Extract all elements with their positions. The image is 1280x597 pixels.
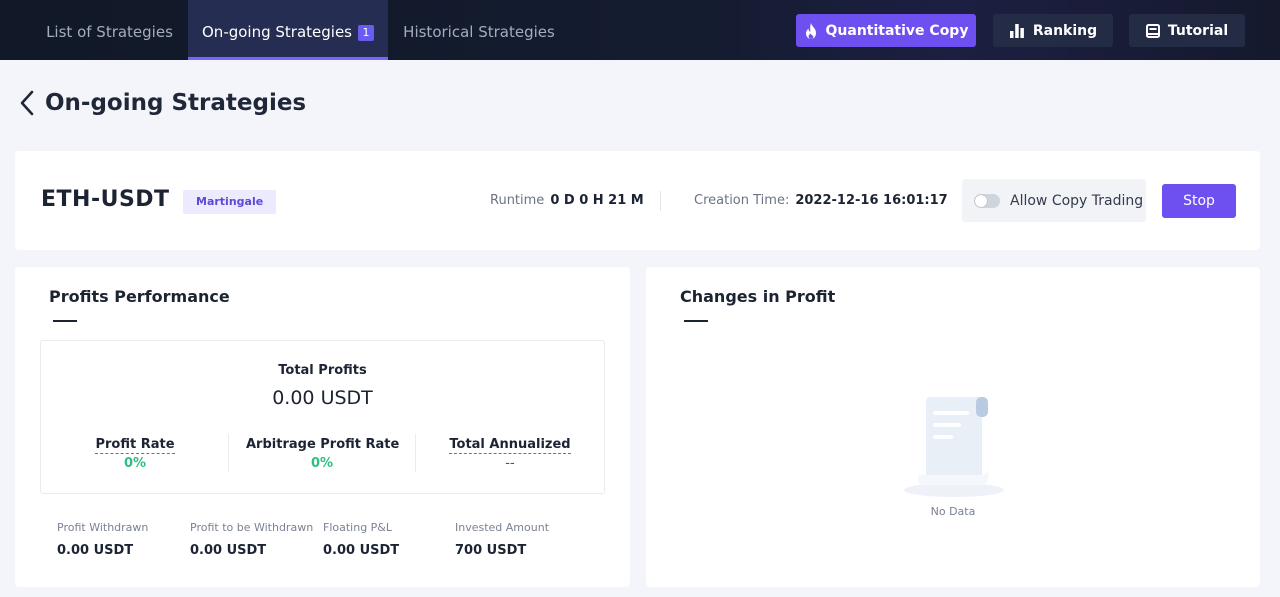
stat-value: 0.00 USDT bbox=[190, 543, 267, 558]
no-data-text: No Data bbox=[930, 505, 976, 518]
stat-label: Profit to be Withdrawn bbox=[190, 521, 314, 534]
profit-rate-label[interactable]: Profit Rate bbox=[95, 437, 175, 454]
empty-state: No Data bbox=[896, 395, 1010, 525]
tutorial-button[interactable]: Tutorial bbox=[1129, 14, 1245, 47]
profit-rate-stat: Profit Rate 0% bbox=[85, 433, 185, 471]
top-navigation-bar: List of Strategies On-going Strategies 1 … bbox=[0, 0, 1280, 60]
trading-pair: ETH-USDT bbox=[41, 187, 170, 212]
divider bbox=[660, 191, 661, 211]
chevron-left-icon[interactable] bbox=[19, 90, 35, 116]
total-annualized-label[interactable]: Total Annualized bbox=[449, 437, 571, 454]
page-header: On-going Strategies bbox=[19, 86, 306, 120]
tab-label: Historical Strategies bbox=[403, 23, 555, 41]
fire-icon bbox=[805, 22, 816, 39]
total-annualized-stat: Total Annualized -- bbox=[446, 433, 574, 471]
page-title: On-going Strategies bbox=[45, 90, 307, 116]
changes-in-profit-card: Changes in Profit No Data bbox=[646, 267, 1260, 587]
stat-label: Profit Withdrawn bbox=[57, 521, 149, 534]
invested-amount-stat: Invested Amount 700 USDT bbox=[455, 521, 549, 558]
button-label: Tutorial bbox=[1167, 22, 1229, 39]
profits-performance-card: Profits Performance Total Profits 0.00 U… bbox=[15, 267, 630, 587]
runtime: Runtime 0 D 0 H 21 M bbox=[490, 193, 644, 208]
profit-rate-value: 0% bbox=[123, 456, 147, 471]
profit-to-be-withdrawn-stat: Profit to be Withdrawn 0.00 USDT bbox=[190, 521, 313, 558]
quantitative-copy-button[interactable]: Quantitative Copy bbox=[796, 14, 976, 47]
stop-button[interactable]: Stop bbox=[1162, 184, 1236, 218]
creation-time-value: 2022-12-16 16:01:17 bbox=[795, 193, 948, 208]
creation-time-label: Creation Time: bbox=[694, 193, 790, 208]
stat-label: Floating P&L bbox=[323, 521, 393, 534]
stat-value: 0.00 USDT bbox=[57, 543, 134, 558]
tab-label: On-going Strategies bbox=[202, 23, 352, 41]
profit-withdrawn-stat: Profit Withdrawn 0.00 USDT bbox=[57, 521, 148, 558]
floating-pnl-stat: Floating P&L 0.00 USDT bbox=[323, 521, 399, 558]
count-badge: 1 bbox=[358, 25, 374, 41]
title-underline bbox=[53, 320, 77, 322]
stat-value: 700 USDT bbox=[455, 543, 527, 558]
total-profits-panel: Total Profits 0.00 USDT Profit Rate 0% A… bbox=[40, 340, 605, 494]
strategy-type-tag: Martingale bbox=[183, 190, 277, 214]
bar-chart-icon bbox=[1009, 23, 1024, 38]
runtime-label: Runtime bbox=[490, 193, 545, 208]
button-label: Ranking bbox=[1032, 22, 1098, 39]
creation-time: Creation Time: 2022-12-16 16:01:17 bbox=[694, 193, 948, 208]
button-label: Quantitative Copy bbox=[825, 22, 969, 39]
divider bbox=[415, 434, 416, 472]
total-annualized-value: -- bbox=[505, 456, 515, 471]
runtime-value: 0 D 0 H 21 M bbox=[550, 193, 644, 208]
total-profits-value: 0.00 USDT bbox=[272, 387, 373, 409]
card-title: Changes in Profit bbox=[680, 287, 836, 306]
title-underline bbox=[684, 320, 708, 322]
divider bbox=[228, 434, 229, 472]
tab-on-going-strategies[interactable]: On-going Strategies 1 bbox=[188, 0, 388, 60]
tab-list-of-strategies[interactable]: List of Strategies bbox=[32, 0, 187, 60]
strategy-summary-card: ETH-USDT Martingale Runtime 0 D 0 H 21 M … bbox=[15, 151, 1260, 250]
arbitrage-profit-rate-stat: Arbitrage Profit Rate 0% bbox=[246, 433, 400, 471]
allow-copy-trading: Allow Copy Trading bbox=[962, 179, 1146, 222]
allow-copy-trading-label: Allow Copy Trading bbox=[1010, 192, 1144, 209]
arbitrage-profit-rate-label: Arbitrage Profit Rate bbox=[246, 437, 400, 452]
card-title: Profits Performance bbox=[49, 287, 230, 306]
stat-value: 0.00 USDT bbox=[323, 543, 400, 558]
stat-label: Invested Amount bbox=[455, 521, 550, 534]
ranking-button[interactable]: Ranking bbox=[993, 14, 1113, 47]
arbitrage-profit-rate-value: 0% bbox=[310, 456, 334, 471]
tab-label: List of Strategies bbox=[46, 23, 173, 41]
tab-historical-strategies[interactable]: Historical Strategies bbox=[390, 0, 568, 60]
book-icon bbox=[1145, 23, 1160, 38]
total-profits-label: Total Profits bbox=[278, 363, 367, 378]
document-scroll-icon bbox=[904, 397, 1004, 497]
allow-copy-trading-toggle[interactable] bbox=[974, 193, 1000, 208]
